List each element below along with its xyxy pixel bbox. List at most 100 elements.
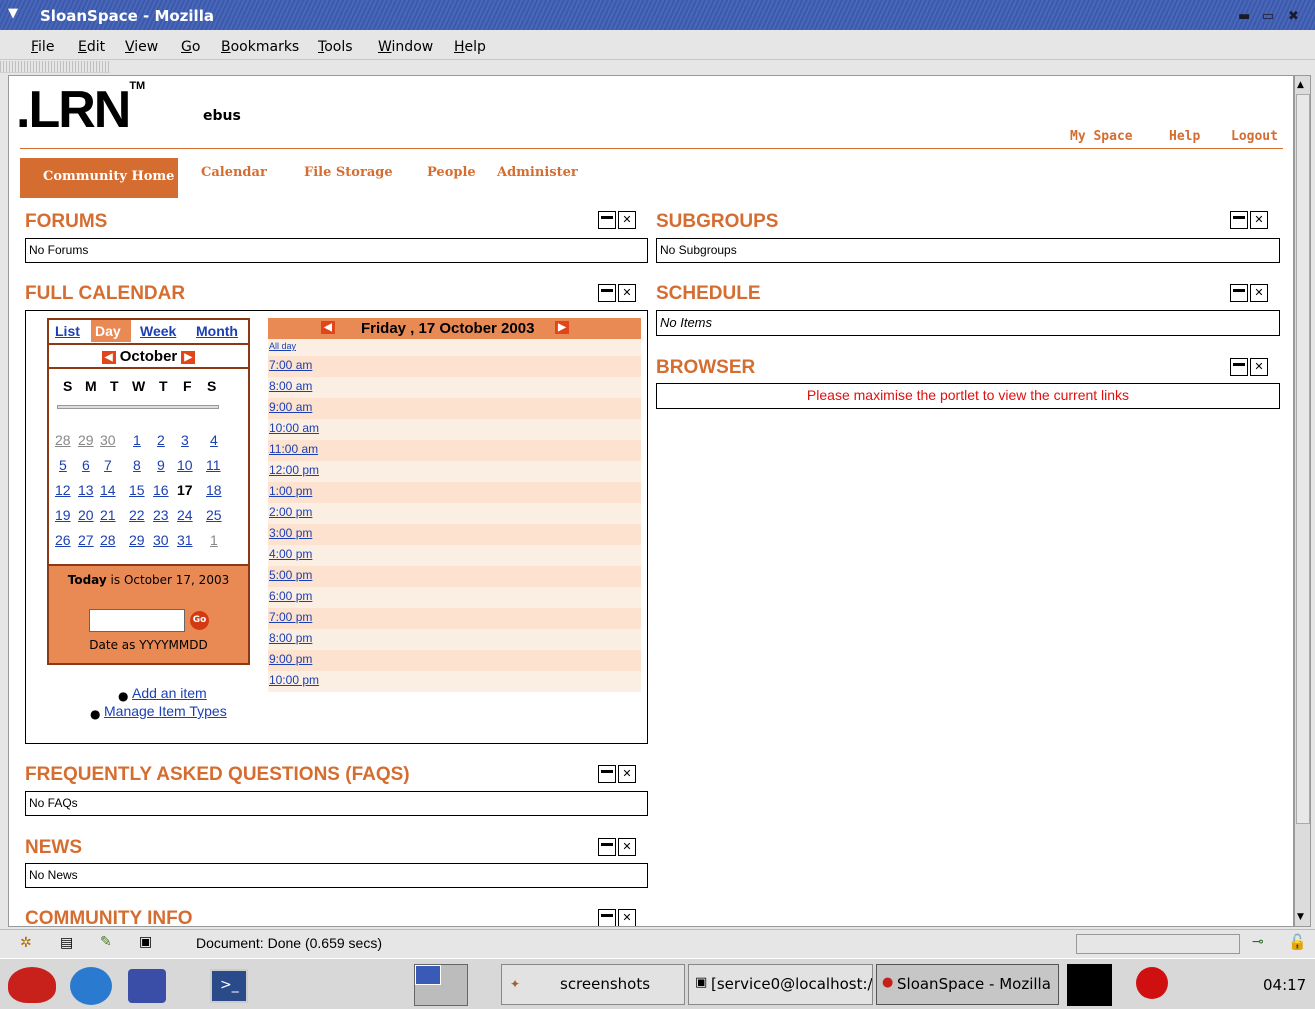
- menu-help[interactable]: Help: [454, 39, 486, 55]
- calendar-day[interactable]: 24: [177, 507, 193, 523]
- taskbar-mozilla[interactable]: ● SloanSpace - Mozilla: [876, 964, 1059, 1005]
- time-slot[interactable]: 10:00 am: [268, 419, 641, 440]
- addressbook-icon[interactable]: ▣: [139, 934, 152, 950]
- calendar-day[interactable]: 4: [210, 432, 218, 448]
- close-portlet-icon[interactable]: ✕: [618, 284, 636, 302]
- time-slot[interactable]: 5:00 pm: [268, 566, 641, 587]
- time-slot[interactable]: 3:00 pm: [268, 524, 641, 545]
- security-lock-icon[interactable]: 🔓: [1288, 933, 1307, 951]
- close-portlet-icon[interactable]: ✕: [618, 211, 636, 229]
- vertical-scrollbar[interactable]: ▲ ▼: [1294, 75, 1311, 927]
- view-list-link[interactable]: List: [55, 323, 80, 339]
- menu-file[interactable]: File: [31, 39, 54, 55]
- workspace-1[interactable]: [415, 965, 441, 985]
- time-slot[interactable]: 7:00 am: [268, 356, 641, 377]
- minimize-portlet-icon[interactable]: [598, 211, 616, 229]
- calendar-day[interactable]: 8: [133, 457, 141, 473]
- calendar-day[interactable]: 31: [177, 532, 193, 548]
- go-button[interactable]: Go: [190, 611, 209, 630]
- tab-administer[interactable]: Administer: [497, 165, 578, 180]
- close-portlet-icon[interactable]: ✕: [618, 909, 636, 926]
- tab-file-storage[interactable]: File Storage: [304, 165, 393, 180]
- browser-launcher-icon[interactable]: [70, 967, 112, 1005]
- minimize-portlet-icon[interactable]: [1230, 211, 1248, 229]
- prev-month-icon[interactable]: ◀: [101, 350, 116, 364]
- manage-item-types-link[interactable]: Manage Item Types: [104, 703, 227, 719]
- time-slot[interactable]: 8:00 pm: [268, 629, 641, 650]
- menu-view[interactable]: View: [125, 39, 158, 55]
- time-slot[interactable]: 10:00 pm: [268, 671, 641, 692]
- taskbar-terminal[interactable]: ▣ [service0@localhost:/: [688, 964, 873, 1005]
- taskbar-screenshots[interactable]: ✦ screenshots: [501, 964, 685, 1005]
- composer-icon[interactable]: ✎: [100, 934, 112, 950]
- calendar-day[interactable]: 12: [55, 482, 71, 498]
- calendar-day[interactable]: 7: [104, 457, 112, 473]
- calendar-day[interactable]: 27: [78, 532, 94, 548]
- menu-edit[interactable]: Edit: [78, 39, 105, 55]
- time-slot[interactable]: 9:00 am: [268, 398, 641, 419]
- redhat-menu-icon[interactable]: [8, 967, 56, 1003]
- menu-bookmarks[interactable]: Bookmarks: [221, 39, 299, 55]
- close-portlet-icon[interactable]: ✕: [1250, 358, 1268, 376]
- calendar-day[interactable]: 30: [100, 432, 116, 448]
- workspace-pager[interactable]: [414, 964, 468, 1006]
- calendar-day[interactable]: 10: [177, 457, 193, 473]
- calendar-day[interactable]: 1: [133, 432, 141, 448]
- time-slot[interactable]: 9:00 pm: [268, 650, 641, 671]
- time-slot[interactable]: 12:00 pm: [268, 461, 641, 482]
- update-alert-icon[interactable]: [1136, 967, 1168, 999]
- calendar-day[interactable]: 22: [129, 507, 145, 523]
- calendar-day[interactable]: 20: [78, 507, 94, 523]
- calendar-day[interactable]: 16: [153, 482, 169, 498]
- tab-calendar[interactable]: Calendar: [201, 165, 267, 180]
- add-item-link[interactable]: Add an item: [132, 685, 207, 701]
- calendar-day[interactable]: 29: [78, 432, 94, 448]
- navigator-icon[interactable]: ✲: [20, 935, 32, 951]
- next-month-icon[interactable]: ▶: [181, 350, 196, 364]
- minimize-portlet-icon[interactable]: [1230, 284, 1248, 302]
- time-slot[interactable]: 4:00 pm: [268, 545, 641, 566]
- calendar-day[interactable]: 18: [206, 482, 222, 498]
- terminal-icon[interactable]: >_: [210, 969, 248, 1003]
- calendar-day[interactable]: 19: [55, 507, 71, 523]
- calendar-day[interactable]: 15: [129, 482, 145, 498]
- tab-people[interactable]: People: [427, 165, 476, 180]
- minimize-portlet-icon[interactable]: [598, 284, 616, 302]
- calendar-day[interactable]: 26: [55, 532, 71, 548]
- menu-go[interactable]: Go: [181, 39, 200, 55]
- scroll-down-icon[interactable]: ▼: [1297, 912, 1304, 922]
- time-slot[interactable]: 7:00 pm: [268, 608, 641, 629]
- desktop-icon[interactable]: [128, 969, 166, 1003]
- calendar-day[interactable]: 30: [153, 532, 169, 548]
- calendar-day[interactable]: 1: [210, 532, 218, 548]
- minimize-portlet-icon[interactable]: [598, 765, 616, 783]
- calendar-day[interactable]: 21: [100, 507, 116, 523]
- scroll-up-icon[interactable]: ▲: [1297, 80, 1304, 90]
- calendar-day[interactable]: 9: [157, 457, 165, 473]
- date-input[interactable]: [89, 609, 185, 632]
- menu-window[interactable]: Window: [378, 39, 433, 55]
- calendar-day[interactable]: 28: [100, 532, 116, 548]
- prev-day-icon[interactable]: ◀: [321, 321, 335, 334]
- calendar-day[interactable]: 17: [177, 482, 193, 498]
- time-slot[interactable]: All day: [268, 339, 641, 356]
- time-slot[interactable]: 2:00 pm: [268, 503, 641, 524]
- mail-icon[interactable]: ▤: [60, 935, 73, 951]
- close-portlet-icon[interactable]: ✕: [618, 838, 636, 856]
- calendar-day[interactable]: 2: [157, 432, 165, 448]
- calendar-day[interactable]: 23: [153, 507, 169, 523]
- calendar-day[interactable]: 14: [100, 482, 116, 498]
- close-portlet-icon[interactable]: ✕: [618, 765, 636, 783]
- my-space-link[interactable]: My Space: [1070, 129, 1133, 144]
- next-day-icon[interactable]: ▶: [555, 321, 569, 334]
- calendar-day[interactable]: 28: [55, 432, 71, 448]
- view-week-link[interactable]: Week: [140, 323, 176, 339]
- calendar-day[interactable]: 29: [129, 532, 145, 548]
- minimize-icon[interactable]: ▬: [1238, 9, 1250, 24]
- close-icon[interactable]: ✖: [1288, 9, 1299, 24]
- scroll-thumb[interactable]: [1296, 94, 1310, 824]
- tab-community-home[interactable]: Community Home: [20, 158, 178, 198]
- minimize-portlet-icon[interactable]: [598, 838, 616, 856]
- minimize-portlet-icon[interactable]: [598, 909, 616, 926]
- menu-tools[interactable]: Tools: [318, 39, 353, 55]
